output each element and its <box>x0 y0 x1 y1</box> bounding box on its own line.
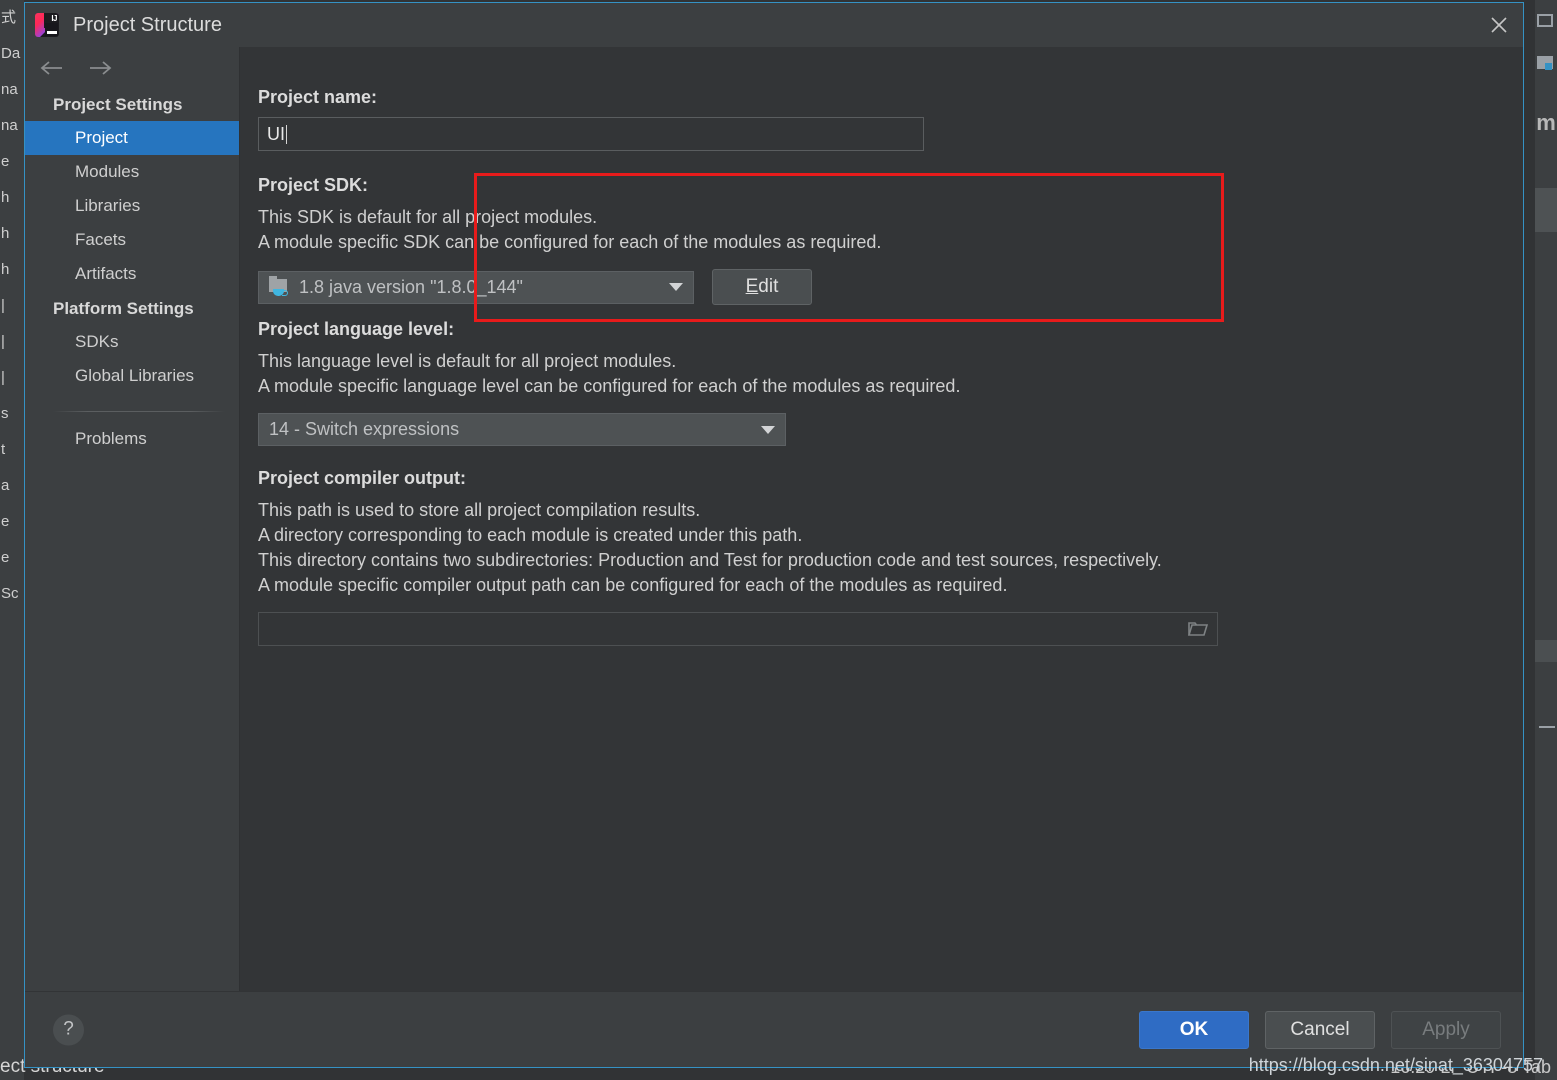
dialog-title: Project Structure <box>73 13 222 36</box>
background-text-fragment: s <box>1 405 9 422</box>
java-sdk-folder-icon <box>269 276 290 296</box>
help-question-icon[interactable]: ? <box>53 1014 84 1045</box>
project-compiler-output-description-line-2: A directory corresponding to each module… <box>258 525 803 545</box>
folder-browse-icon[interactable] <box>1185 618 1211 640</box>
apply-button: Apply <box>1391 1010 1501 1049</box>
intellij-idea-logo-icon: IJ <box>35 13 59 37</box>
sidebar-item-modules[interactable]: Modules <box>25 155 239 189</box>
sidebar-item-facets[interactable]: Facets <box>25 223 239 257</box>
background-text-fragment: Sc <box>1 585 19 602</box>
sidebar-item-artifacts[interactable]: Artifacts <box>25 257 239 291</box>
background-right-toolbar-strip: m <box>1535 0 1557 1080</box>
sidebar-item-sdks[interactable]: SDKs <box>25 325 239 359</box>
background-text-fragment: t <box>1 441 6 458</box>
project-language-level-description-line-1: This language level is default for all p… <box>258 351 677 371</box>
text-caret <box>286 124 287 144</box>
dialog-body: Project Settings Project Modules Librari… <box>25 47 1523 991</box>
edit-button-rest: dit <box>758 276 779 297</box>
project-sdk-dropdown[interactable]: 1.8 java version "1.8.0_144" <box>258 270 694 304</box>
project-sdk-description-line-1: This SDK is default for all project modu… <box>258 207 598 227</box>
edit-sdk-button[interactable]: Edit <box>712 269 812 305</box>
project-language-level-selected-value: 14 - Switch expressions <box>269 419 460 439</box>
background-text-fragment: na <box>1 81 18 98</box>
project-compiler-output-label: Project compiler output: <box>258 468 467 488</box>
project-structure-dialog: IJ Project Structure Project Settings Pr… <box>24 2 1524 1068</box>
background-text-fragment: h <box>1 225 10 242</box>
project-name-value: UI <box>267 123 285 144</box>
sidebar-item-global-libraries[interactable]: Global Libraries <box>25 359 239 393</box>
background-selection-block <box>1535 188 1557 232</box>
background-text-fragment: 式 <box>1 9 17 26</box>
navigation-arrows <box>25 49 239 87</box>
watermark-url: https://blog.csdn.net/sinat_36304757 <box>1248 1055 1543 1075</box>
close-icon[interactable] <box>1475 3 1523 47</box>
settings-sidebar: Project Settings Project Modules Librari… <box>25 47 240 991</box>
background-text-fragment: na <box>1 117 18 134</box>
background-text-fragment: m <box>1536 110 1556 135</box>
project-language-level-dropdown[interactable]: 14 - Switch expressions <box>258 413 786 446</box>
sidebar-item-libraries[interactable]: Libraries <box>25 189 239 223</box>
project-compiler-output-input[interactable] <box>258 612 1218 646</box>
project-name-label: Project name: <box>258 87 378 107</box>
background-text-fragment: h <box>1 189 10 206</box>
dialog-titlebar: IJ Project Structure <box>25 3 1523 47</box>
background-text-fragment: | <box>1 369 5 386</box>
background-text-fragment: e <box>1 513 10 530</box>
ok-button[interactable]: OK <box>1139 1010 1249 1049</box>
sidebar-item-problems[interactable]: Problems <box>25 422 239 456</box>
sidebar-item-project[interactable]: Project <box>25 121 239 155</box>
project-sdk-description-line-2: A module specific SDK can be configured … <box>258 232 882 252</box>
background-text-fragment: | <box>1 297 5 314</box>
background-text-fragment: Da <box>1 45 21 62</box>
sidebar-group-platform-settings: Platform Settings <box>53 299 194 318</box>
folder-icon <box>1537 14 1553 27</box>
edit-button-mnemonic: E <box>745 276 759 297</box>
dialog-action-buttons: OK Cancel Apply <box>1139 1010 1501 1049</box>
project-sdk-label: Project SDK: <box>258 175 369 195</box>
background-text-fragment: h <box>1 261 10 278</box>
project-compiler-output-description-line-1: This path is used to store all project c… <box>258 500 701 520</box>
project-settings-panel: Project name: UI Project SDK: This SDK i… <box>240 47 1523 991</box>
project-compiler-output-description-line-4: A module specific compiler output path c… <box>258 575 1008 595</box>
chevron-down-icon <box>659 272 693 303</box>
project-compiler-output-description-line-3: This directory contains two subdirectori… <box>258 550 1162 570</box>
module-folder-icon <box>1537 56 1553 70</box>
chevron-down-icon <box>751 414 785 445</box>
background-divider <box>1539 726 1555 728</box>
arrow-left-icon[interactable] <box>39 55 65 81</box>
background-text-fragment: e <box>1 549 10 566</box>
sidebar-group-project-settings: Project Settings <box>53 95 183 114</box>
background-text-fragment: | <box>1 333 5 350</box>
background-text-fragment: e <box>1 153 10 170</box>
project-sdk-selected-value: 1.8 java version "1.8.0_144" <box>299 276 523 297</box>
project-language-level-label: Project language level: <box>258 319 455 339</box>
background-text-fragment: a <box>1 477 10 494</box>
sidebar-divider <box>53 411 225 412</box>
background-left-toolwindow-strip: 式 Da na na e h h h | | | s t a e e Sc <box>0 0 24 1080</box>
project-name-input[interactable]: UI <box>258 117 924 151</box>
arrow-right-icon[interactable] <box>87 55 113 81</box>
cancel-button[interactable]: Cancel <box>1265 1010 1375 1049</box>
project-language-level-description-line-2: A module specific language level can be … <box>258 376 961 396</box>
background-selection-block <box>1535 640 1557 662</box>
